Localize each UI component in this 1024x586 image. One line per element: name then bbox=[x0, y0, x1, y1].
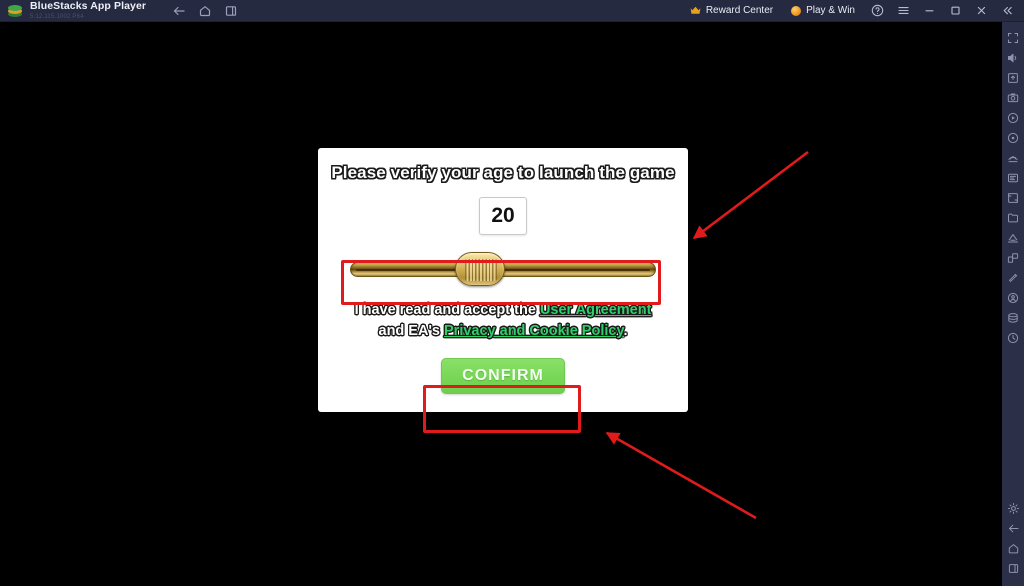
rotate-icon[interactable] bbox=[1002, 188, 1024, 208]
shake-icon[interactable] bbox=[1002, 228, 1024, 248]
record-screen-icon[interactable] bbox=[1002, 108, 1024, 128]
app-title: BlueStacks App Player bbox=[30, 0, 147, 13]
android-recents-icon[interactable] bbox=[1002, 558, 1024, 578]
confirm-button[interactable]: CONFIRM bbox=[441, 358, 565, 395]
crown-icon bbox=[690, 6, 701, 15]
sync-operations-icon[interactable] bbox=[1002, 328, 1024, 348]
back-icon[interactable] bbox=[172, 4, 186, 18]
bluestacks-logo-icon bbox=[7, 3, 23, 19]
macro-recorder-icon[interactable] bbox=[1002, 128, 1024, 148]
titlebar-right-controls: Reward Center Play & Win bbox=[681, 0, 1024, 22]
title-block: BlueStacks App Player 5.12.115.1002 P64 bbox=[30, 1, 146, 20]
android-home-icon[interactable] bbox=[1002, 538, 1024, 558]
tool-sidebar bbox=[1002, 22, 1024, 586]
age-slider-thumb[interactable] bbox=[455, 252, 505, 286]
title-bar: BlueStacks App Player 5.12.115.1002 P64 bbox=[0, 0, 1024, 22]
recent-apps-icon[interactable] bbox=[224, 4, 238, 18]
close-icon[interactable] bbox=[968, 0, 994, 22]
settings-gear-icon[interactable] bbox=[1002, 498, 1024, 518]
app-version: 5.12.115.1002 P64 bbox=[30, 13, 84, 20]
titlebar-nav bbox=[172, 4, 238, 18]
keymapping-icon[interactable] bbox=[1002, 68, 1024, 88]
script-icon[interactable] bbox=[1002, 288, 1024, 308]
user-agreement-link[interactable]: User Agreement bbox=[540, 302, 651, 318]
age-verification-dialog: Please verify your age to launch the gam… bbox=[318, 148, 688, 412]
age-slider[interactable] bbox=[342, 252, 664, 286]
multi-instance-icon[interactable] bbox=[1002, 148, 1024, 168]
maximize-icon[interactable] bbox=[942, 0, 968, 22]
play-and-win-label: Play & Win bbox=[806, 5, 855, 16]
dialog-title: Please verify your age to launch the gam… bbox=[331, 163, 675, 182]
privacy-policy-link[interactable]: Privacy and Cookie Policy bbox=[444, 323, 623, 339]
fullscreen-icon[interactable] bbox=[1002, 28, 1024, 48]
screenshot-icon[interactable] bbox=[1002, 88, 1024, 108]
agreement-line1-prefix: I have read and accept the bbox=[354, 302, 540, 318]
operation-recorder-icon[interactable] bbox=[1002, 268, 1024, 288]
trim-memory-icon[interactable] bbox=[1002, 308, 1024, 328]
slider-thumb-grip-icon bbox=[465, 259, 497, 281]
volume-icon[interactable] bbox=[1002, 48, 1024, 68]
reward-center-button[interactable]: Reward Center bbox=[681, 0, 782, 22]
agreement-text: I have read and accept the User Agreemen… bbox=[333, 300, 673, 342]
collapse-sidebar-icon[interactable] bbox=[994, 0, 1020, 22]
android-back-icon[interactable] bbox=[1002, 518, 1024, 538]
install-apk-icon[interactable] bbox=[1002, 208, 1024, 228]
coin-icon bbox=[791, 5, 802, 16]
play-and-win-button[interactable]: Play & Win bbox=[782, 0, 864, 22]
minimize-icon[interactable] bbox=[916, 0, 942, 22]
menu-icon[interactable] bbox=[890, 0, 916, 22]
bluestacks-window: BlueStacks App Player 5.12.115.1002 P64 bbox=[0, 0, 1024, 586]
eco-mode-icon[interactable] bbox=[1002, 168, 1024, 188]
help-icon[interactable] bbox=[864, 0, 890, 22]
age-value-box: 20 bbox=[479, 197, 527, 235]
agreement-line2-suffix: . bbox=[623, 323, 628, 340]
location-icon[interactable] bbox=[1002, 248, 1024, 268]
reward-center-label: Reward Center bbox=[705, 5, 774, 16]
game-canvas: Please verify your age to launch the gam… bbox=[0, 22, 1002, 586]
home-icon[interactable] bbox=[198, 4, 212, 18]
agreement-line2-prefix: and EA's bbox=[378, 323, 444, 340]
